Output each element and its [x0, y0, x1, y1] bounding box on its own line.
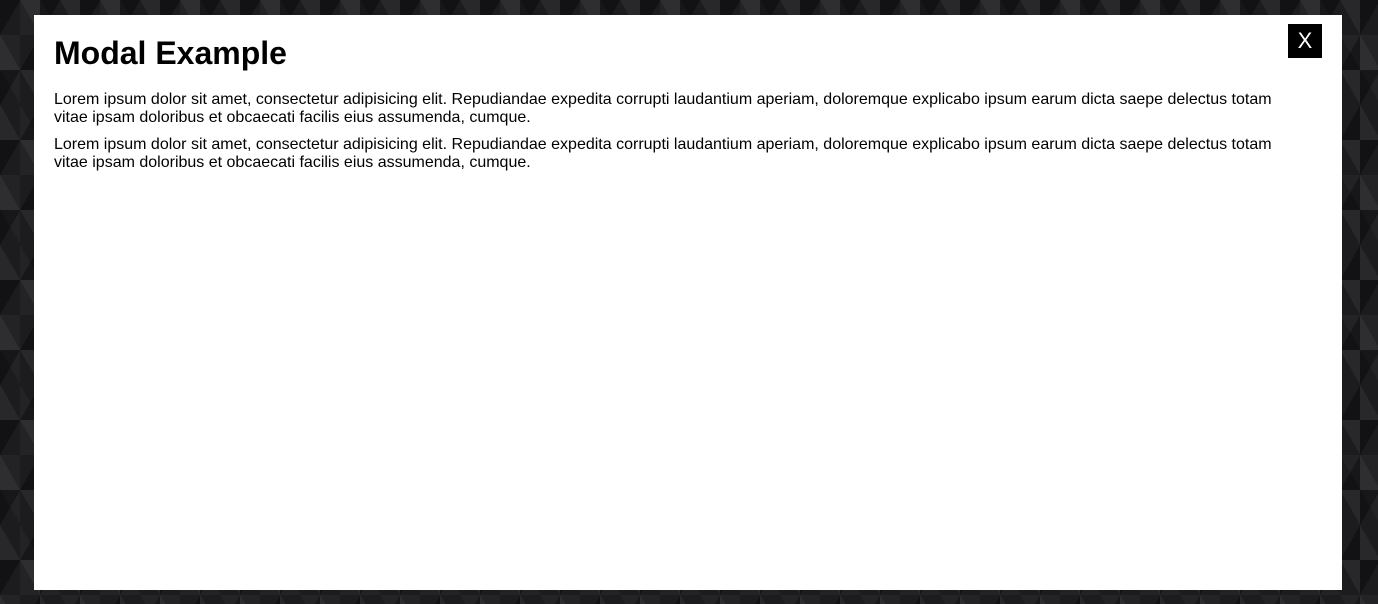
modal-paragraph-2: Lorem ipsum dolor sit amet, consectetur …	[54, 136, 1272, 171]
modal-title: Modal Example	[54, 35, 287, 71]
modal-dialog: X Modal Example Lorem ipsum dolor sit am…	[34, 15, 1342, 590]
modal-paragraph-1: Lorem ipsum dolor sit amet, consectetur …	[54, 91, 1272, 126]
modal-body: Lorem ipsum dolor sit amet, consectetur …	[54, 91, 1322, 172]
close-button[interactable]: X	[1288, 24, 1322, 58]
